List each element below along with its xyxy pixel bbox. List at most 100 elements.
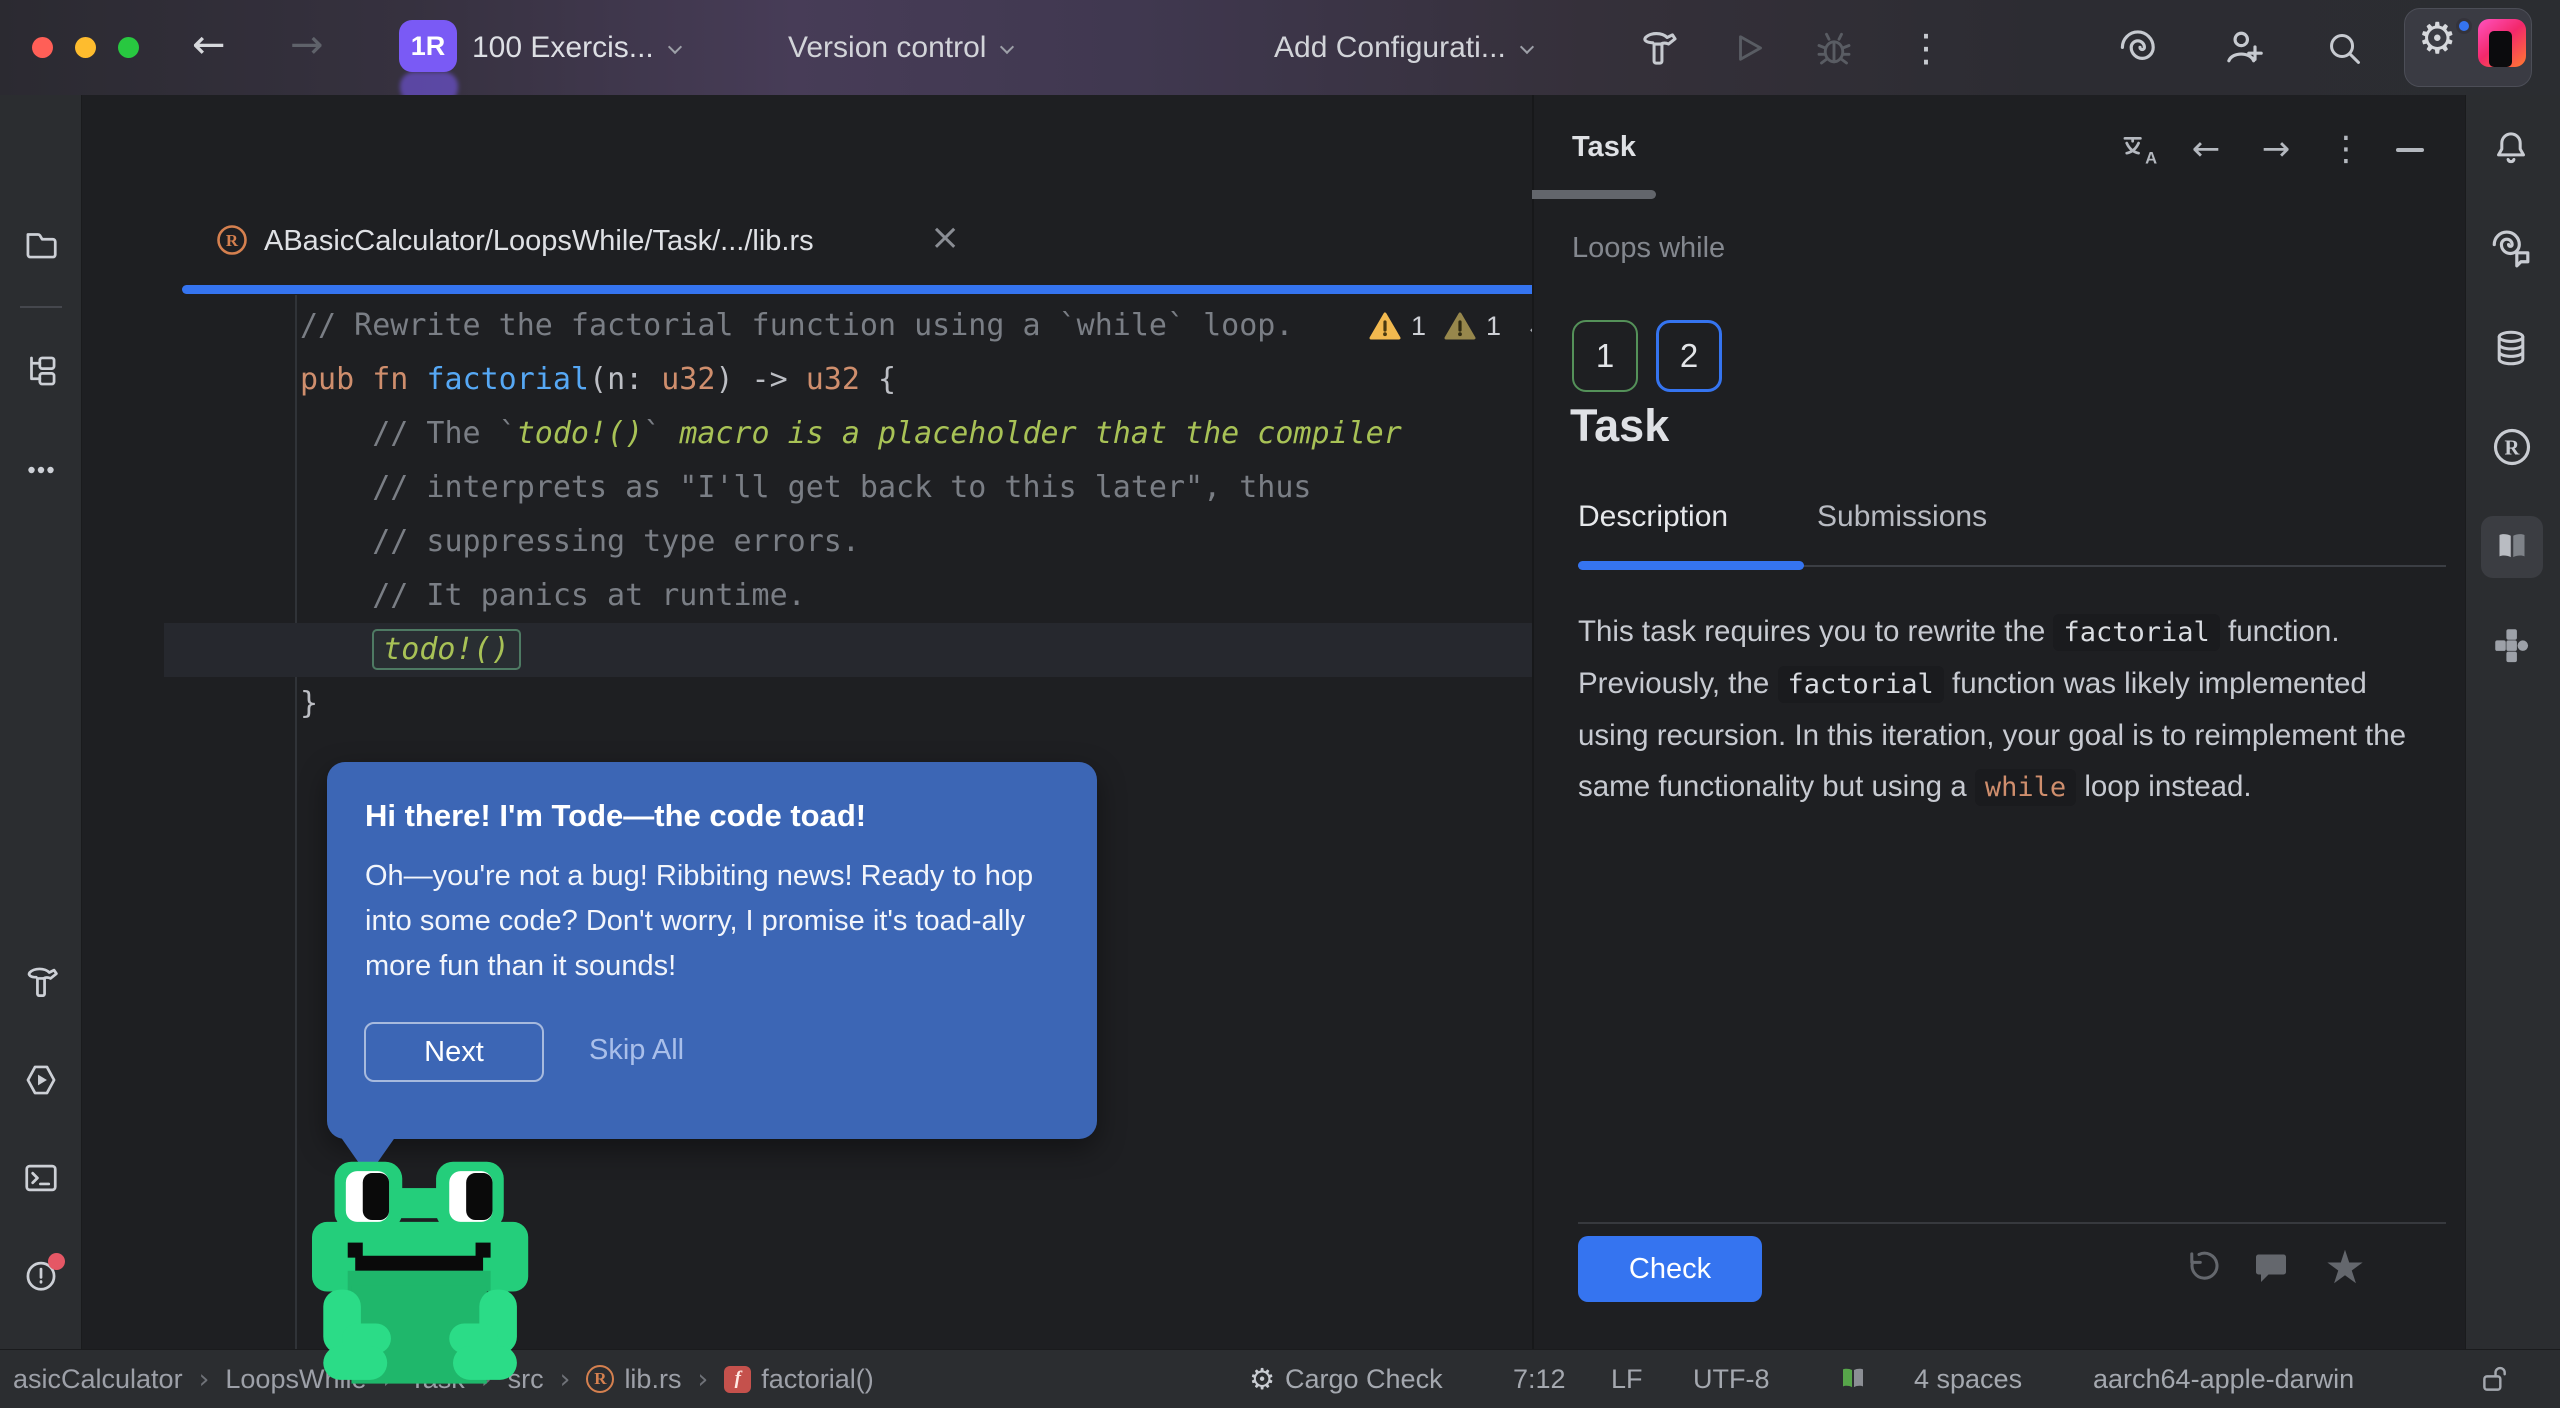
panel-options-icon[interactable]: ⋮ bbox=[2326, 129, 2366, 169]
next-button[interactable]: Next bbox=[364, 1022, 544, 1082]
breadcrumb-item[interactable]: factorial() bbox=[761, 1364, 874, 1395]
run-icon[interactable] bbox=[1726, 26, 1770, 70]
translate-icon[interactable]: A bbox=[2118, 129, 2158, 169]
ai-chat-icon[interactable] bbox=[2490, 226, 2534, 270]
more-tool-windows-icon[interactable] bbox=[22, 451, 60, 489]
task-description: This task requires you to rewrite the fa… bbox=[1578, 606, 2444, 813]
weak-warning-icon bbox=[1444, 311, 1476, 341]
breadcrumb-separator-icon: › bbox=[560, 1364, 571, 1395]
traffic-close-button[interactable] bbox=[32, 37, 53, 58]
lock-icon[interactable] bbox=[2478, 1350, 2512, 1408]
svg-text:A: A bbox=[2145, 148, 2157, 167]
breadcrumb-separator-icon: › bbox=[199, 1364, 210, 1395]
hide-panel-icon[interactable] bbox=[2396, 148, 2424, 152]
settings-notification-dot bbox=[2456, 18, 2472, 34]
tool-window-title: Task bbox=[1572, 131, 1636, 164]
forward-button[interactable]: → bbox=[290, 22, 324, 68]
skip-all-button[interactable]: Skip All bbox=[589, 1034, 684, 1067]
code-line[interactable]: // interprets as "I'll get back to this … bbox=[300, 461, 1612, 515]
favorite-star-icon[interactable]: ★ bbox=[2322, 1244, 2368, 1290]
indent-setting[interactable]: 4 spaces bbox=[1914, 1350, 2022, 1408]
course-book-icon[interactable] bbox=[2492, 527, 2536, 571]
code-line[interactable]: // It panics at runtime. bbox=[300, 569, 1612, 623]
database-icon[interactable] bbox=[2490, 327, 2534, 371]
project-name: 100 Exercis... bbox=[472, 31, 654, 64]
task-step-1-button[interactable]: 1 bbox=[1572, 320, 1638, 392]
project-badge[interactable]: 1R bbox=[399, 20, 457, 72]
warning-count: 1 bbox=[1411, 311, 1426, 342]
services-run-icon[interactable] bbox=[22, 1061, 60, 1099]
svg-text:R: R bbox=[226, 231, 239, 250]
task-step-2-button[interactable]: 2 bbox=[1656, 320, 1722, 392]
file-encoding[interactable]: UTF-8 bbox=[1693, 1350, 1770, 1408]
caret-position[interactable]: 7:12 bbox=[1513, 1350, 1566, 1408]
back-button[interactable]: ← bbox=[192, 22, 226, 68]
code-area[interactable]: // Rewrite the factorial function using … bbox=[300, 299, 1612, 731]
warning-icon bbox=[1369, 311, 1401, 341]
file-loading-progress bbox=[182, 285, 1610, 294]
close-tab-icon[interactable]: × bbox=[930, 217, 960, 258]
vcs-widget[interactable]: Version control bbox=[788, 31, 1012, 65]
avatar-image bbox=[2489, 31, 2512, 67]
notifications-bell-icon[interactable] bbox=[2490, 128, 2534, 172]
run-configuration-label: Add Configurati... bbox=[1274, 31, 1506, 64]
code-line[interactable]: } bbox=[300, 677, 1612, 731]
debug-bug-icon[interactable] bbox=[1812, 26, 1856, 70]
add-user-icon[interactable] bbox=[2222, 25, 2266, 69]
breadcrumb-separator-icon: › bbox=[697, 1364, 708, 1395]
breadcrumb-item[interactable]: asicCalculator bbox=[13, 1364, 183, 1395]
problems-error-badge bbox=[48, 1253, 65, 1270]
tooltip-title: Hi there! I'm Tode—the code toad! bbox=[365, 798, 866, 834]
settings-gear-icon[interactable]: ⚙ bbox=[2418, 18, 2457, 61]
breadcrumb-item[interactable]: lib.rs bbox=[624, 1364, 681, 1395]
traffic-zoom-button[interactable] bbox=[118, 37, 139, 58]
onboarding-tooltip: Hi there! I'm Tode—the code toad! Oh—you… bbox=[327, 762, 1097, 1139]
left-tool-strip bbox=[0, 95, 82, 1349]
structure-icon[interactable] bbox=[22, 352, 60, 390]
task-heading: Task bbox=[1570, 400, 1669, 452]
navigate-forward-icon[interactable]: → bbox=[2256, 129, 2296, 169]
comment-icon[interactable] bbox=[2248, 1244, 2294, 1290]
rust-file-icon: R bbox=[214, 222, 250, 258]
line-ending[interactable]: LF bbox=[1611, 1350, 1643, 1408]
editor-tab[interactable]: ABasicCalculator/LoopsWhile/Task/.../lib… bbox=[264, 225, 814, 258]
tooltip-body: Oh—you're not a bug! Ribbiting news! Rea… bbox=[365, 854, 1055, 989]
traffic-minimize-button[interactable] bbox=[75, 37, 96, 58]
search-icon[interactable] bbox=[2322, 26, 2366, 70]
build-hammer-icon[interactable] bbox=[1636, 26, 1680, 70]
tode-mascot bbox=[312, 1158, 547, 1393]
build-tool-window-icon[interactable] bbox=[22, 963, 60, 1001]
panel-loading-progress bbox=[1532, 190, 1656, 199]
chevron-down-icon bbox=[1000, 40, 1014, 54]
code-line[interactable]: pub fn factorial(n: u32) -> u32 { bbox=[300, 353, 1612, 407]
gutter-separator bbox=[295, 295, 297, 1378]
tab-submissions[interactable]: Submissions bbox=[1817, 500, 1987, 534]
rust-tool-icon[interactable]: R bbox=[2490, 425, 2534, 469]
code-line[interactable]: // The `todo!()` macro is a placeholder … bbox=[300, 407, 1612, 461]
more-actions-icon[interactable]: ⋮ bbox=[1904, 26, 1948, 70]
academy-plugin-icon[interactable] bbox=[2490, 624, 2534, 668]
vcs-label: Version control bbox=[788, 31, 986, 64]
navigate-back-icon[interactable]: ← bbox=[2186, 129, 2226, 169]
terminal-icon[interactable] bbox=[22, 1159, 60, 1197]
fn-icon: f bbox=[724, 1366, 751, 1393]
run-configuration-selector[interactable]: Add Configurati... bbox=[1274, 31, 1532, 65]
project-folder-icon[interactable] bbox=[22, 225, 60, 263]
svg-text:R: R bbox=[2505, 438, 2521, 460]
reset-task-icon[interactable] bbox=[2176, 1244, 2222, 1290]
build-target[interactable]: aarch64-apple-darwin bbox=[2093, 1350, 2354, 1408]
lesson-name: Loops while bbox=[1572, 232, 1725, 265]
tab-description[interactable]: Description bbox=[1578, 500, 1728, 534]
learner-book-icon[interactable] bbox=[1837, 1350, 1869, 1408]
cargo-check-widget[interactable]: ⚙Cargo Check bbox=[1249, 1350, 1443, 1408]
check-button[interactable]: Check bbox=[1578, 1236, 1762, 1302]
gear-icon: ⚙ bbox=[1249, 1362, 1275, 1396]
chevron-down-icon bbox=[1520, 40, 1534, 54]
code-line[interactable]: // suppressing type errors. bbox=[300, 515, 1612, 569]
ide-window: ← → 1R 100 Exercis... Version control Ad… bbox=[0, 0, 2560, 1408]
project-selector[interactable]: 100 Exercis... bbox=[472, 31, 680, 65]
code-line[interactable]: todo!() bbox=[300, 623, 1612, 677]
ai-assistant-icon[interactable] bbox=[2118, 24, 2162, 68]
user-avatar[interactable] bbox=[2478, 19, 2526, 67]
chevron-down-icon bbox=[668, 40, 682, 54]
